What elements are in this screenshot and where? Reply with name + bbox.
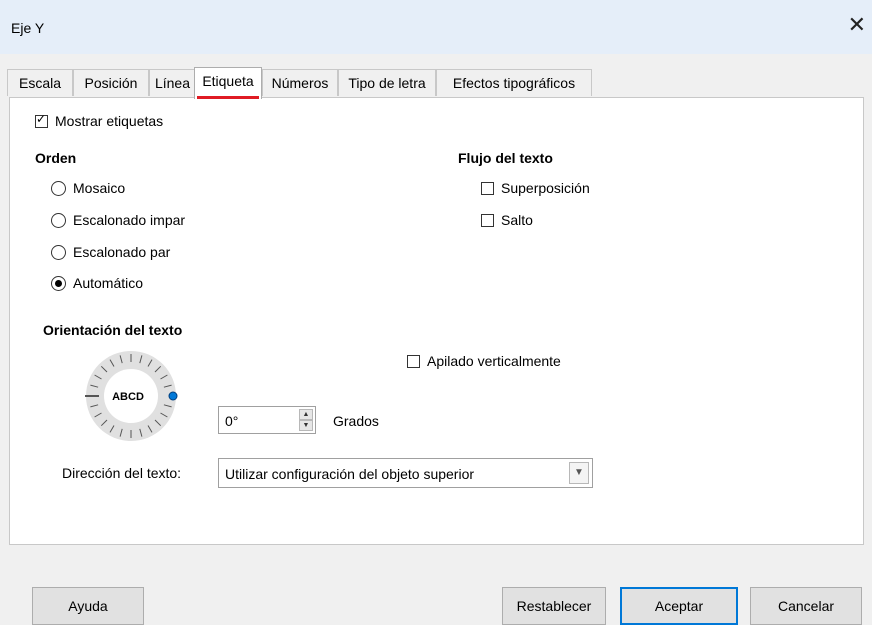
degrees-spinbox[interactable]: 0° ▲ ▼ (218, 406, 316, 434)
stacked-checkbox[interactable] (407, 355, 420, 368)
overlap-label: Superposición (501, 180, 590, 196)
radio-escalonado-impar[interactable] (51, 213, 66, 228)
cancel-button[interactable]: Cancelar (750, 587, 862, 625)
radio-mosaico-label: Mosaico (73, 180, 126, 196)
tab-tipo-de-letra[interactable]: Tipo de letra (338, 69, 436, 96)
spin-up-icon[interactable]: ▲ (299, 409, 313, 420)
text-flow-heading: Flujo del texto (458, 150, 553, 166)
wrap-checkbox[interactable] (481, 214, 494, 227)
tab-escala[interactable]: Escala (7, 69, 73, 96)
show-labels-checkbox[interactable] (35, 112, 48, 128)
wrap-label: Salto (501, 212, 533, 228)
radio-automatico[interactable] (51, 276, 66, 291)
tab-etiqueta[interactable]: Etiqueta (194, 67, 262, 99)
title-bar: Eje Y ✕ (0, 0, 872, 54)
radio-mosaico[interactable] (51, 181, 66, 196)
help-button[interactable]: Ayuda (32, 587, 144, 625)
tab-numeros[interactable]: Números (262, 69, 338, 96)
stacked-label: Apilado verticalmente (427, 353, 561, 369)
spin-down-icon[interactable]: ▼ (299, 420, 313, 431)
show-labels-label: Mostrar etiquetas (55, 113, 164, 129)
radio-escalonado-par[interactable] (51, 245, 66, 260)
dial-sample-text: ABCD (112, 391, 144, 403)
overlap-checkbox[interactable] (481, 182, 494, 195)
dial-handle[interactable] (168, 391, 178, 401)
orientation-dial[interactable]: ABCD (81, 346, 181, 446)
window-title: Eje Y (11, 20, 45, 36)
tab-posicion[interactable]: Posición (73, 69, 149, 96)
reset-button[interactable]: Restablecer (502, 587, 606, 625)
radio-automatico-label: Automático (73, 275, 144, 291)
degrees-value[interactable]: 0° (225, 413, 238, 429)
degrees-label: Grados (333, 413, 379, 429)
text-direction-select[interactable]: Utilizar configuración del objeto superi… (218, 458, 593, 488)
radio-escalonado-par-label: Escalonado par (73, 244, 171, 260)
radio-escalonado-impar-label: Escalonado impar (73, 212, 186, 228)
tab-efectos-tipograficos[interactable]: Efectos tipográficos (436, 69, 592, 96)
text-direction-value: Utilizar configuración del objeto superi… (225, 466, 475, 482)
close-icon[interactable]: ✕ (848, 14, 866, 36)
orientation-heading: Orientación del texto (43, 322, 183, 338)
text-direction-label: Dirección del texto: (62, 465, 182, 481)
ok-button[interactable]: Aceptar (620, 587, 738, 625)
chevron-down-icon[interactable]: ▼ (569, 462, 589, 484)
order-heading: Orden (35, 150, 77, 166)
spin-buttons: ▲ ▼ (299, 409, 313, 431)
tab-linea[interactable]: Línea (149, 69, 196, 96)
